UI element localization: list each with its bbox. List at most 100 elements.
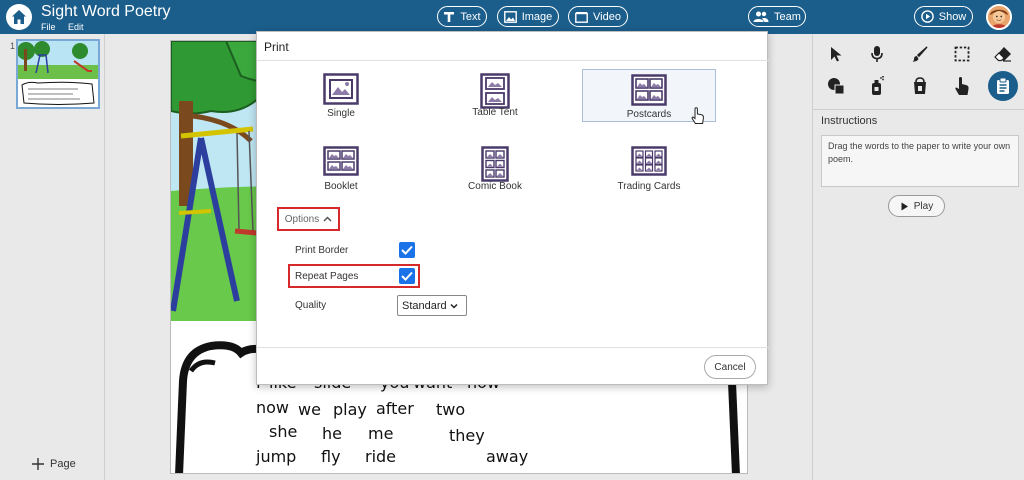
print-border-label: Print Border [295, 245, 349, 256]
eraser-icon [994, 47, 1011, 62]
show-button[interactable]: Show [914, 6, 973, 27]
word-tile[interactable]: they [449, 426, 485, 445]
comic-book-layout-icon [481, 146, 509, 182]
pages-panel: 1 Page [0, 34, 105, 480]
spray-can-icon [872, 76, 884, 95]
layout-comic-book[interactable]: Comic Book [428, 142, 562, 195]
chevron-down-icon [450, 303, 458, 309]
spray-tool[interactable] [865, 74, 889, 98]
top-bar: Sight Word Poetry File Edit Text Image V… [0, 0, 1024, 34]
page-thumbnail[interactable] [16, 39, 100, 109]
repeat-pages-checkbox[interactable] [399, 268, 415, 284]
clipboard-icon [997, 77, 1009, 94]
play-label: Play [913, 200, 934, 212]
marquee-select-tool[interactable] [950, 42, 974, 66]
checkmark-icon [401, 271, 413, 281]
show-button-label: Show [938, 10, 967, 23]
layout-table-tent[interactable]: Table Tent [428, 69, 562, 122]
single-layout-icon [323, 73, 359, 105]
layout-trading-cards[interactable]: Trading Cards [582, 142, 716, 195]
options-toggle[interactable]: Options [277, 207, 340, 231]
word-tile[interactable]: two [436, 400, 465, 419]
app-title: Sight Word Poetry [41, 3, 171, 20]
home-icon [12, 10, 26, 24]
video-button-label: Video [593, 10, 621, 23]
play-instructions-button[interactable]: Play [888, 195, 945, 217]
paint-bucket-icon [914, 77, 926, 94]
brush-tool[interactable] [908, 42, 932, 66]
dialog-footer-divider [257, 347, 769, 348]
avatar[interactable] [986, 4, 1012, 30]
marquee-icon [954, 46, 970, 62]
trading-cards-layout-icon [631, 146, 667, 176]
user-avatar-icon [988, 6, 1010, 28]
add-page-label: Page [50, 458, 76, 470]
menu-file[interactable]: File [41, 22, 56, 32]
play-circle-icon [920, 10, 934, 23]
text-button-label: Text [460, 10, 481, 23]
quality-select[interactable]: Standard [397, 295, 467, 316]
word-tile[interactable]: fly [321, 447, 341, 466]
word-tile[interactable]: ride [365, 447, 396, 466]
tools-panel: Instructions Drag the words to the paper… [812, 34, 1024, 480]
instructions-title: Instructions [821, 115, 878, 127]
word-tile[interactable]: we [298, 400, 321, 419]
team-button-label: Team [774, 10, 801, 23]
team-icon [753, 11, 769, 22]
print-dialog: Print Single Table Tent Postcards Bookle… [256, 31, 769, 385]
add-page-button[interactable]: Page [32, 458, 76, 470]
word-tile[interactable]: she [269, 422, 297, 441]
quality-value: Standard [402, 299, 447, 312]
table-tent-layout-icon [480, 73, 510, 109]
booklet-layout-icon [323, 146, 359, 176]
shapes-tool[interactable] [824, 74, 848, 98]
word-tile[interactable]: jump [256, 447, 296, 466]
page-thumbnail-image [18, 41, 98, 106]
chevron-up-icon [323, 216, 332, 222]
panel-divider [813, 109, 1024, 110]
menu-edit[interactable]: Edit [68, 22, 84, 32]
home-button[interactable] [6, 4, 32, 30]
layout-trading-cards-label: Trading Cards [617, 181, 681, 192]
text-icon [444, 11, 455, 22]
word-tile[interactable]: play [333, 400, 367, 419]
team-button[interactable]: Team [748, 6, 806, 27]
layout-booklet[interactable]: Booklet [274, 142, 408, 195]
fill-tool[interactable] [908, 74, 932, 98]
image-icon [503, 10, 517, 23]
dialog-header-divider [257, 60, 769, 61]
eraser-tool[interactable] [991, 42, 1015, 66]
cancel-button[interactable]: Cancel [704, 355, 756, 379]
layout-table-tent-label: Table Tent [472, 107, 518, 118]
layout-comic-book-label: Comic Book [468, 181, 522, 192]
postcards-layout-icon [631, 74, 667, 106]
word-tile[interactable]: after [376, 399, 414, 418]
image-button-label: Image [521, 10, 553, 23]
word-tile[interactable]: now [256, 398, 289, 417]
quality-label: Quality [295, 300, 327, 311]
play-icon [901, 202, 908, 210]
word-tile[interactable]: away [486, 447, 528, 466]
text-button[interactable]: Text [437, 6, 487, 27]
print-dialog-title: Print [264, 40, 289, 54]
hand-cursor-icon [691, 107, 704, 124]
word-tile[interactable]: me [368, 424, 393, 443]
checkmark-icon [401, 245, 413, 255]
touch-tool[interactable] [950, 74, 974, 98]
layout-single-label: Single [327, 108, 355, 119]
layout-single[interactable]: Single [274, 69, 408, 122]
record-audio-tool[interactable] [865, 42, 889, 66]
instructions-tool[interactable] [988, 71, 1018, 101]
plus-icon [32, 458, 44, 470]
shapes-icon [828, 78, 845, 95]
print-border-checkbox[interactable] [399, 242, 415, 258]
hand-pointer-icon [955, 77, 969, 95]
image-button[interactable]: Image [497, 6, 559, 27]
word-tile[interactable]: he [322, 424, 342, 443]
select-tool[interactable] [824, 42, 848, 66]
brush-icon [912, 46, 928, 62]
video-button[interactable]: Video [568, 6, 628, 27]
instructions-text: Drag the words to the paper to write you… [821, 135, 1019, 187]
cursor-arrow-icon [831, 47, 842, 62]
options-label: Options [284, 213, 320, 225]
